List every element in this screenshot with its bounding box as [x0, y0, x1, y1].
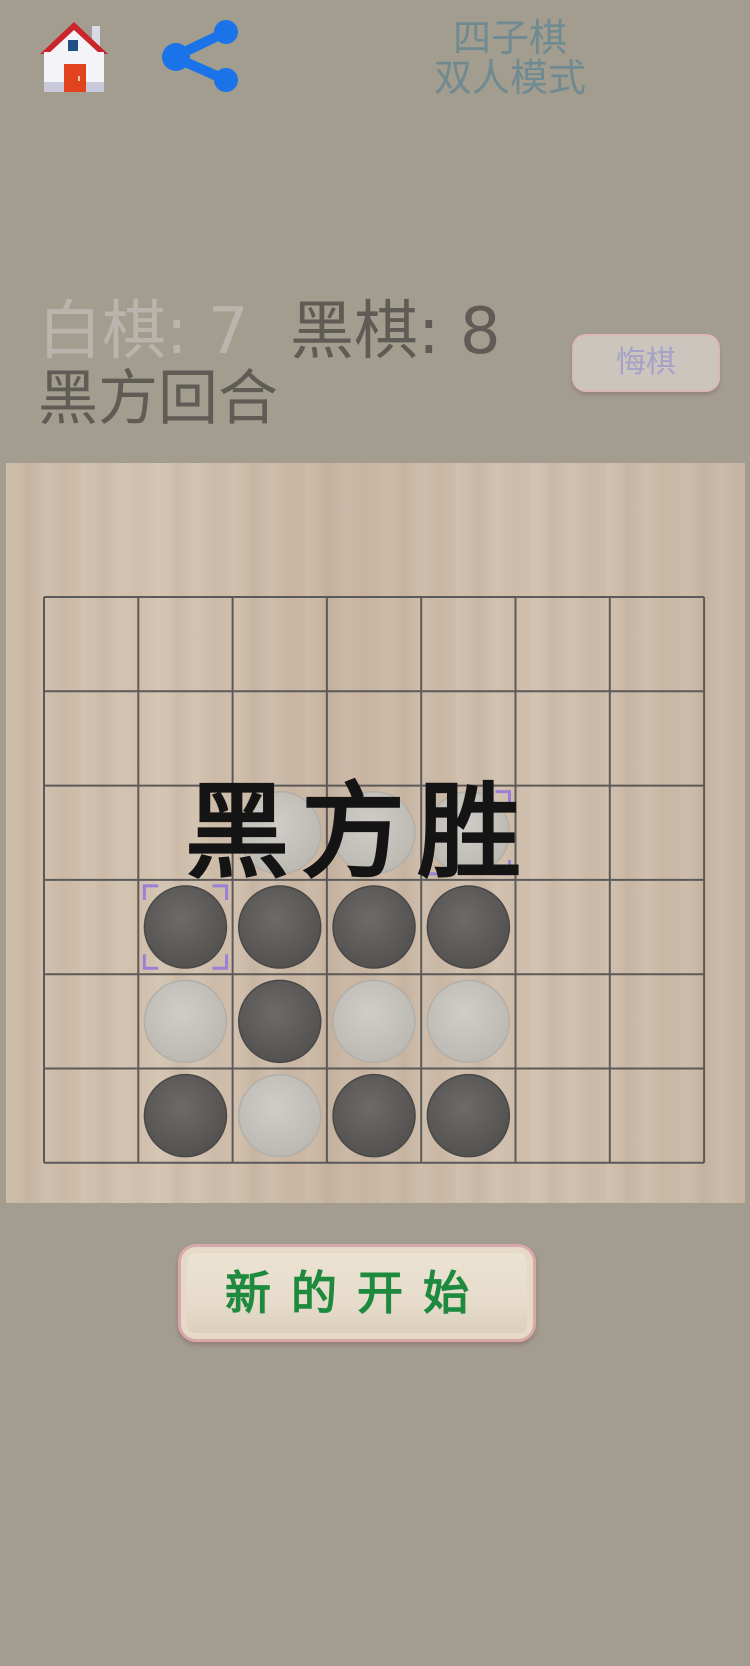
white-piece: [143, 979, 228, 1064]
board-cell[interactable]: [610, 880, 704, 974]
board-cell[interactable]: [44, 597, 138, 691]
title-line-1: 四子棋: [452, 16, 567, 60]
board-cell[interactable]: [327, 597, 421, 691]
board-cell[interactable]: [610, 974, 704, 1068]
white-score: 白棋: 7: [38, 295, 249, 369]
board-cell[interactable]: [610, 786, 704, 880]
home-icon: [40, 22, 108, 92]
board-cell[interactable]: [138, 597, 232, 691]
board-cell[interactable]: [516, 974, 610, 1068]
white-piece: [332, 979, 416, 1064]
board-cell[interactable]: [610, 691, 704, 785]
board-cell[interactable]: [516, 597, 610, 691]
game-title: 四子棋 双人模式: [400, 18, 620, 98]
white-piece: [238, 1073, 322, 1158]
board-cell[interactable]: [44, 786, 138, 880]
board-cell[interactable]: [421, 597, 515, 691]
home-button[interactable]: [34, 18, 114, 98]
board-cell[interactable]: [233, 597, 327, 691]
new-game-button[interactable]: 新的开始: [178, 1244, 536, 1342]
board-cell[interactable]: [516, 1069, 610, 1163]
share-button[interactable]: [160, 20, 246, 94]
share-icon: [162, 20, 238, 92]
title-line-2: 双人模式: [433, 56, 586, 100]
black-piece: [238, 979, 322, 1064]
white-piece: [426, 979, 511, 1064]
board-cell[interactable]: [610, 597, 704, 691]
winner-text: 黑方胜: [185, 770, 534, 893]
black-piece: [332, 1073, 416, 1158]
board-cell[interactable]: [44, 880, 138, 974]
board-cell[interactable]: [610, 1069, 704, 1163]
board-cell[interactable]: [44, 1069, 138, 1163]
black-score: 黑棋: 8: [290, 295, 501, 369]
turn-indicator: 黑方回合: [38, 364, 278, 434]
board-cell[interactable]: [44, 974, 138, 1068]
undo-button[interactable]: 悔棋: [572, 334, 720, 392]
board-cell[interactable]: [44, 691, 138, 785]
black-piece: [426, 1073, 511, 1158]
black-piece: [143, 1073, 228, 1158]
